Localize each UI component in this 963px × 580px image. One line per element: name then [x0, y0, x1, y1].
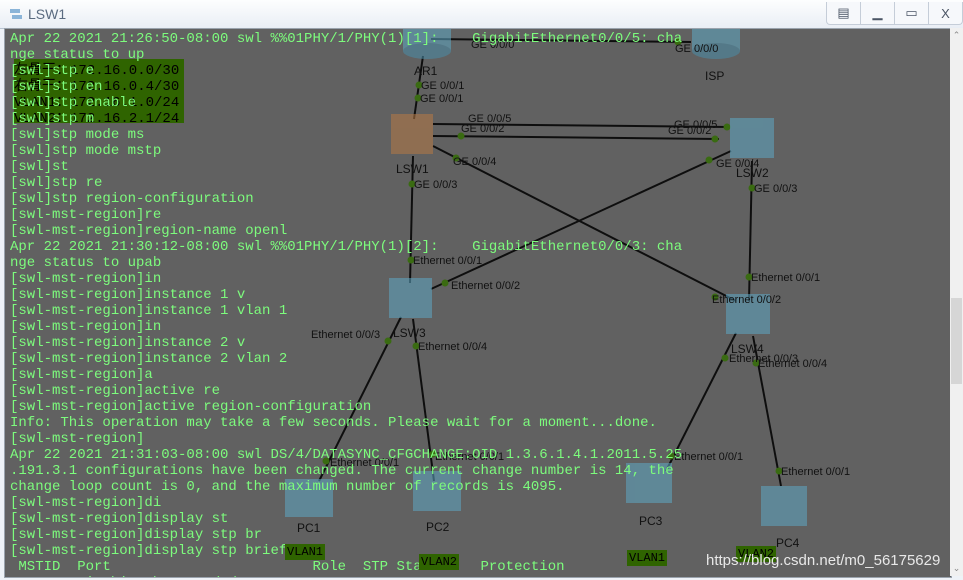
console-line: [swl-mst-region]instance 1 vlan 1: [10, 303, 288, 319]
restore-layout-button[interactable]: ▤: [827, 2, 860, 24]
window-title: LSW1: [28, 6, 67, 22]
console-line: MSTID Port Role STP State Protection: [10, 559, 565, 575]
console-line: [swl-mst-region]instance 1 v: [10, 287, 246, 303]
console-line: Apr 22 2021 21:31:03-08:00 swl DS/4/DATA…: [10, 447, 683, 463]
vlan-label: VLAN1: [285, 544, 326, 560]
console-line: .191.3.1 configurations have been change…: [10, 463, 674, 479]
console-line: change loop count is 0, and the maximum …: [10, 479, 565, 495]
close-button[interactable]: X: [928, 2, 962, 24]
close-icon: X: [941, 5, 950, 21]
pc4-icon[interactable]: [761, 486, 807, 526]
console-line: [swl]stp e: [10, 63, 95, 79]
console-line: [swl]stp enable: [10, 95, 137, 111]
console-line: [swl-mst-region]display st: [10, 511, 229, 527]
pc4-label: PC4: [776, 536, 800, 550]
app-icon: [10, 9, 22, 19]
console-line: [swl-mst-region]display stp brief: [10, 543, 288, 559]
scroll-up-icon[interactable]: ⌃: [950, 30, 963, 41]
isp-label: ISP: [705, 69, 724, 83]
port-label: Ethernet 0/0/1: [781, 466, 850, 478]
console-line: [swl-mst-region]di: [10, 495, 162, 511]
console-line: [swl]stp mode ms: [10, 127, 145, 143]
layout-icon: ▤: [837, 5, 850, 20]
port-label: Ethernet 0/0/1: [751, 272, 820, 284]
port-label: GE 0/0/4: [716, 158, 759, 170]
console-line: [swl-mst-region]display stp br: [10, 527, 263, 543]
console-line: [swl-mst-region]instance 2 vlan 2: [10, 351, 288, 367]
console-line: [swl]stp mode mstp: [10, 143, 162, 159]
maximize-icon: ▭: [905, 5, 918, 20]
console-line: [swl-mst-region]region-name openl: [10, 223, 288, 239]
console-line: Apr 22 2021 21:30:12-08:00 swl %%01PHY/1…: [10, 239, 683, 255]
console-output: Apr 22 2021 21:26:50-08:00 swl %%01PHY/1…: [10, 31, 683, 577]
scroll-down-icon[interactable]: ⌄: [950, 563, 963, 574]
console-line: [swl]st: [10, 159, 69, 175]
switch-lsw2-icon[interactable]: [730, 118, 774, 158]
console-line: [swl-mst-region]active re: [10, 383, 221, 399]
console-line: nge status to up: [10, 47, 145, 63]
port-label: Ethernet 0/0/4: [758, 358, 827, 370]
console-line: [swl-mst-region]in: [10, 271, 162, 287]
vlan-label: VLAN1: [627, 550, 668, 566]
port-label: Ethernet 0/0/2: [712, 294, 781, 306]
port-label: Ethernet 0/0/1: [674, 451, 743, 463]
console-line: Info: This operation may take a few seco…: [10, 415, 657, 431]
minimize-button[interactable]: ▁: [860, 2, 894, 24]
console-line: [swl-mst-region]in: [10, 319, 162, 335]
console-line: [swl]stp en: [10, 79, 103, 95]
console-line: [swl-mst-region]re: [10, 207, 162, 223]
watermark: https://blog.csdn.net/m0_56175629: [706, 552, 941, 569]
console-terminal[interactable]: AR1 ISP LSW1 LSW2 LSW3 LSW4 PC1 PC2 PC3 …: [4, 28, 952, 578]
minimize-icon: ▁: [872, 5, 883, 20]
console-line: 0 GigabitEthernet0/0/1 DESI FORWARDING N…: [10, 575, 682, 577]
vlan-label: VLAN2: [419, 554, 460, 570]
console-line: [swl-mst-region]instance 2 v: [10, 335, 246, 351]
console-line: nge status to upab: [10, 255, 162, 271]
console-line: [swl-mst-region]a: [10, 367, 153, 383]
scroll-thumb[interactable]: [951, 298, 962, 384]
console-line: [swl]stp region-configuration: [10, 191, 254, 207]
maximize-button[interactable]: ▭: [894, 2, 928, 24]
console-line: [swl]stp re: [10, 175, 103, 191]
console-line: [swl-mst-region]: [10, 431, 145, 447]
console-line: [swl-mst-region]active region-configurat…: [10, 399, 372, 415]
console-line: [swl]stp m: [10, 111, 95, 127]
title-bar: LSW1 ▤ ▁ ▭ X: [0, 0, 963, 29]
vertical-scrollbar[interactable]: ⌃ ⌄: [950, 28, 963, 576]
console-line: Apr 22 2021 21:26:50-08:00 swl %%01PHY/1…: [10, 31, 683, 47]
port-label: GE 0/0/3: [754, 183, 797, 195]
